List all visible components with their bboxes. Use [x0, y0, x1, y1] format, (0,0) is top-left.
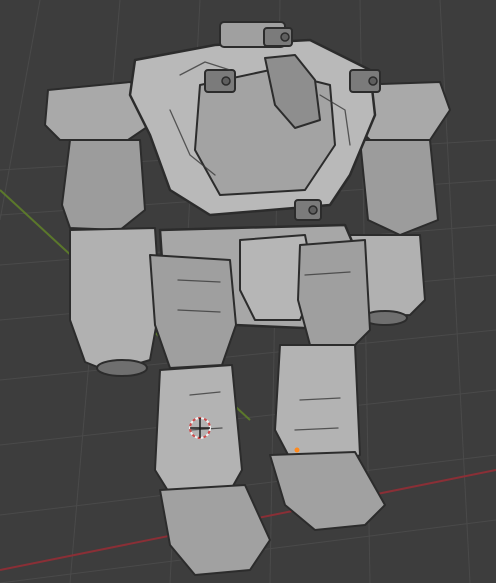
- left-arm-base: [96, 359, 148, 377]
- right-shin[interactable]: [274, 344, 361, 471]
- 3d-viewport[interactable]: [0, 0, 496, 583]
- left-shin[interactable]: [154, 364, 243, 503]
- left-thigh[interactable]: [149, 254, 237, 369]
- right-thigh[interactable]: [297, 239, 371, 351]
- 3d-cursor-icon[interactable]: [189, 417, 211, 439]
- right-upper-arm[interactable]: [359, 139, 439, 236]
- viewport-canvas[interactable]: [0, 0, 496, 583]
- left-forearm[interactable]: [69, 227, 161, 373]
- selection-dot: [294, 447, 300, 453]
- left-upper-arm[interactable]: [61, 139, 146, 231]
- left-foot[interactable]: [159, 484, 271, 576]
